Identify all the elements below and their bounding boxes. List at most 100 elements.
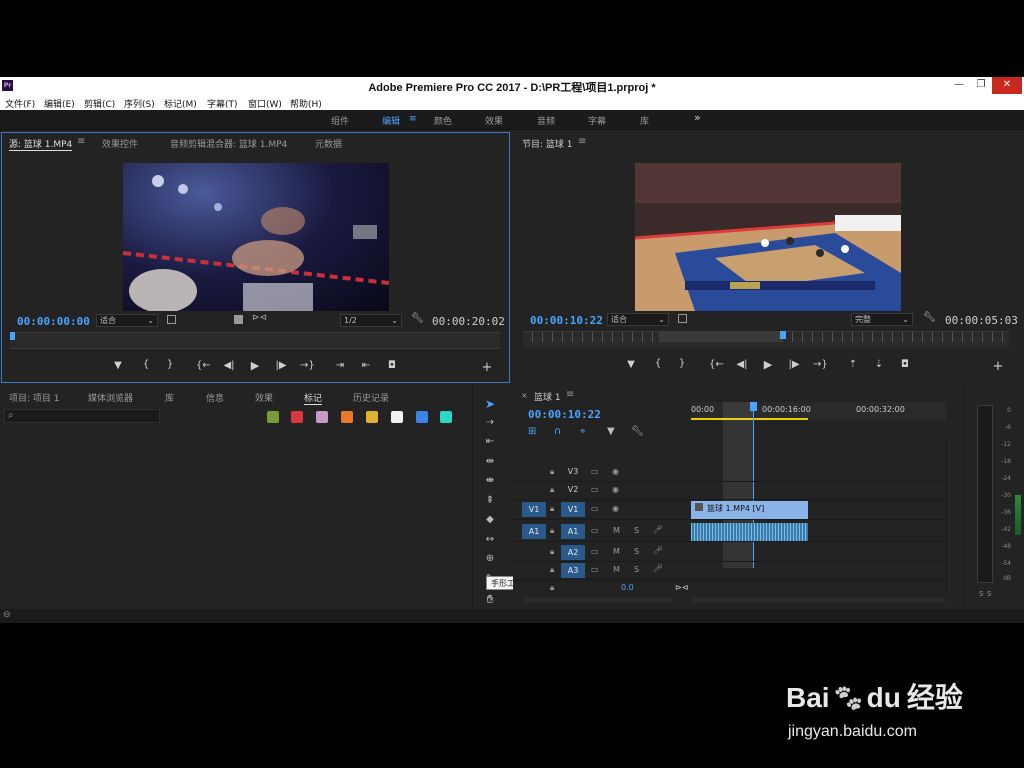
eye-icon[interactable]: ◉ <box>612 467 619 476</box>
source-zoom-bar[interactable] <box>10 343 500 349</box>
source-playhead[interactable] <box>10 332 15 340</box>
voiceover-mic-icon[interactable]: 🎤︎ <box>653 525 663 534</box>
toggle-proxy-icon[interactable]: ⊳⊲ <box>252 313 267 323</box>
safe-margins-icon[interactable] <box>234 315 243 324</box>
button-editor-add[interactable]: + <box>480 360 494 375</box>
marker-color-red[interactable] <box>291 411 303 423</box>
go-to-in-button[interactable]: {← <box>709 359 724 370</box>
timeline-zoom-scroll[interactable] <box>691 597 946 603</box>
eye-icon[interactable]: ◉ <box>612 504 619 513</box>
marker-color-pink[interactable] <box>316 411 328 423</box>
voiceover-mic-icon[interactable]: 🎤︎ <box>653 564 663 573</box>
add-marker-icon[interactable]: ▼ <box>607 426 615 437</box>
mute-button[interactable]: M <box>613 547 620 556</box>
export-frame-button[interactable]: ◘ <box>385 360 399 371</box>
timeline-timecode[interactable]: 00:00:10:22 <box>528 408 601 421</box>
menu-window[interactable]: 窗口(W) <box>248 97 282 110</box>
play-button[interactable]: ▶ <box>248 359 262 372</box>
sync-lock-icon[interactable]: ▭ <box>591 467 599 476</box>
rolling-edit-tool-icon[interactable]: ⇹ <box>482 456 498 467</box>
track-select-tool-icon[interactable]: ⇢ <box>482 417 498 428</box>
source-resolution-dropdown[interactable]: 1/2 ⌄ <box>340 314 402 327</box>
mark-out-button[interactable]: } <box>675 358 689 369</box>
minimize-button[interactable]: — <box>948 77 970 94</box>
menu-clip[interactable]: 剪辑(C) <box>84 97 115 110</box>
tab-effects[interactable]: 效果 <box>255 391 273 404</box>
mark-in-button[interactable]: { <box>139 359 153 370</box>
menu-file[interactable]: 文件(F) <box>5 97 35 110</box>
track-label-v2[interactable]: V2 <box>564 482 582 497</box>
source-fit-dropdown[interactable]: 适合 ⌄ <box>96 314 158 327</box>
nest-toggle-icon[interactable]: ⊞ <box>528 426 536 437</box>
sync-lock-icon[interactable]: ▭ <box>591 526 599 535</box>
mark-in-button[interactable]: { <box>651 358 665 369</box>
lock-icon[interactable]: 🔒︎ <box>550 467 554 477</box>
slide-tool-icon[interactable]: ↔ <box>482 534 498 545</box>
lock-icon[interactable]: 🔒︎ <box>550 526 554 536</box>
source-patch-v1[interactable]: V1 <box>522 502 546 517</box>
workspace-audio[interactable]: 音频 <box>537 114 555 127</box>
slip-tool-icon[interactable]: ◆ <box>482 514 498 525</box>
lock-icon[interactable]: 🔒︎ <box>550 565 554 575</box>
playhead-handle[interactable] <box>750 402 757 411</box>
lock-icon[interactable]: 🔒︎ <box>550 547 554 557</box>
step-back-button[interactable]: ◀| <box>735 359 749 370</box>
tab-project[interactable]: 项目: 项目 1 <box>9 391 59 404</box>
lock-icon[interactable]: 🔒︎ <box>550 504 554 514</box>
settings-icon[interactable] <box>167 315 176 324</box>
timeline-menu-icon[interactable]: ≡ <box>566 389 574 400</box>
marker-color-orange[interactable] <box>341 411 353 423</box>
program-playhead[interactable] <box>780 331 786 339</box>
play-button[interactable]: ▶ <box>761 358 775 371</box>
track-label-v3[interactable]: V3 <box>564 464 582 479</box>
go-to-end-icon[interactable]: ⊳⊲ <box>675 583 688 592</box>
wrench-icon[interactable]: 🔧︎ <box>923 312 936 323</box>
lock-icon[interactable]: 🔒︎ <box>550 583 554 593</box>
button-editor-add[interactable]: + <box>991 359 1005 374</box>
close-button[interactable]: ✕ <box>992 77 1022 94</box>
tab-audio-clip-mixer[interactable]: 音频剪辑混合器: 篮球 1.MP4 <box>170 137 287 150</box>
solo-left-button[interactable]: S <box>979 590 983 598</box>
tab-media-browser[interactable]: 媒体浏览器 <box>88 391 133 404</box>
export-frame-button[interactable]: ◘ <box>898 359 912 370</box>
lift-button[interactable]: ⇡ <box>846 359 860 370</box>
overwrite-button[interactable]: ⇤ <box>359 360 373 371</box>
snap-icon[interactable]: ∩ <box>554 426 561 437</box>
workspace-color[interactable]: 颜色 <box>434 114 452 127</box>
eye-icon[interactable]: ◉ <box>612 485 619 494</box>
ripple-edit-tool-icon[interactable]: ⇤ <box>482 436 498 447</box>
settings-icon[interactable] <box>678 314 687 323</box>
workspace-effects[interactable]: 效果 <box>485 114 503 127</box>
marker-color-blue[interactable] <box>416 411 428 423</box>
restore-button[interactable]: ❐ <box>970 77 992 94</box>
solo-button[interactable]: S <box>634 547 639 556</box>
track-label-v1[interactable]: V1 <box>561 502 585 517</box>
program-fit-dropdown[interactable]: 适合 ⌄ <box>607 313 669 326</box>
track-height-scroll[interactable] <box>523 597 673 603</box>
solo-right-button[interactable]: S <box>987 590 991 598</box>
tab-menu-icon[interactable]: ≡ <box>77 136 85 147</box>
voiceover-mic-icon[interactable]: 🎤︎ <box>653 546 663 555</box>
hand-tool-icon[interactable]: ✋︎ <box>482 592 498 607</box>
workspace-menu-icon[interactable]: ≡ <box>409 114 417 124</box>
source-timecode[interactable]: 00:00:00:00 <box>17 315 90 328</box>
marker-color-green[interactable] <box>267 411 279 423</box>
tab-effect-controls[interactable]: 效果控件 <box>102 137 138 150</box>
insert-button[interactable]: ⇥ <box>333 360 347 371</box>
tab-metadata[interactable]: 元数据 <box>315 137 342 150</box>
sync-lock-icon[interactable]: ▭ <box>591 547 599 556</box>
go-to-out-button[interactable]: →} <box>300 360 315 371</box>
tab-libraries[interactable]: 库 <box>165 391 174 404</box>
more-workspaces-icon[interactable]: » <box>694 111 701 124</box>
program-timecode[interactable]: 00:00:10:22 <box>530 314 603 327</box>
program-title[interactable]: 节目: 篮球 1 <box>522 137 572 150</box>
workspace-editing[interactable]: 编辑 <box>382 114 400 127</box>
search-input[interactable]: ⌕ <box>4 409 160 423</box>
audio-clip[interactable] <box>691 523 808 541</box>
mute-button[interactable]: M <box>613 526 620 535</box>
source-patch-a1[interactable]: A1 <box>522 524 546 539</box>
marker-color-yellow[interactable] <box>366 411 378 423</box>
menu-title[interactable]: 字幕(T) <box>207 97 238 110</box>
timeline-settings-icon[interactable]: 🔧︎ <box>631 426 644 437</box>
tab-markers[interactable]: 标记 <box>304 391 323 405</box>
